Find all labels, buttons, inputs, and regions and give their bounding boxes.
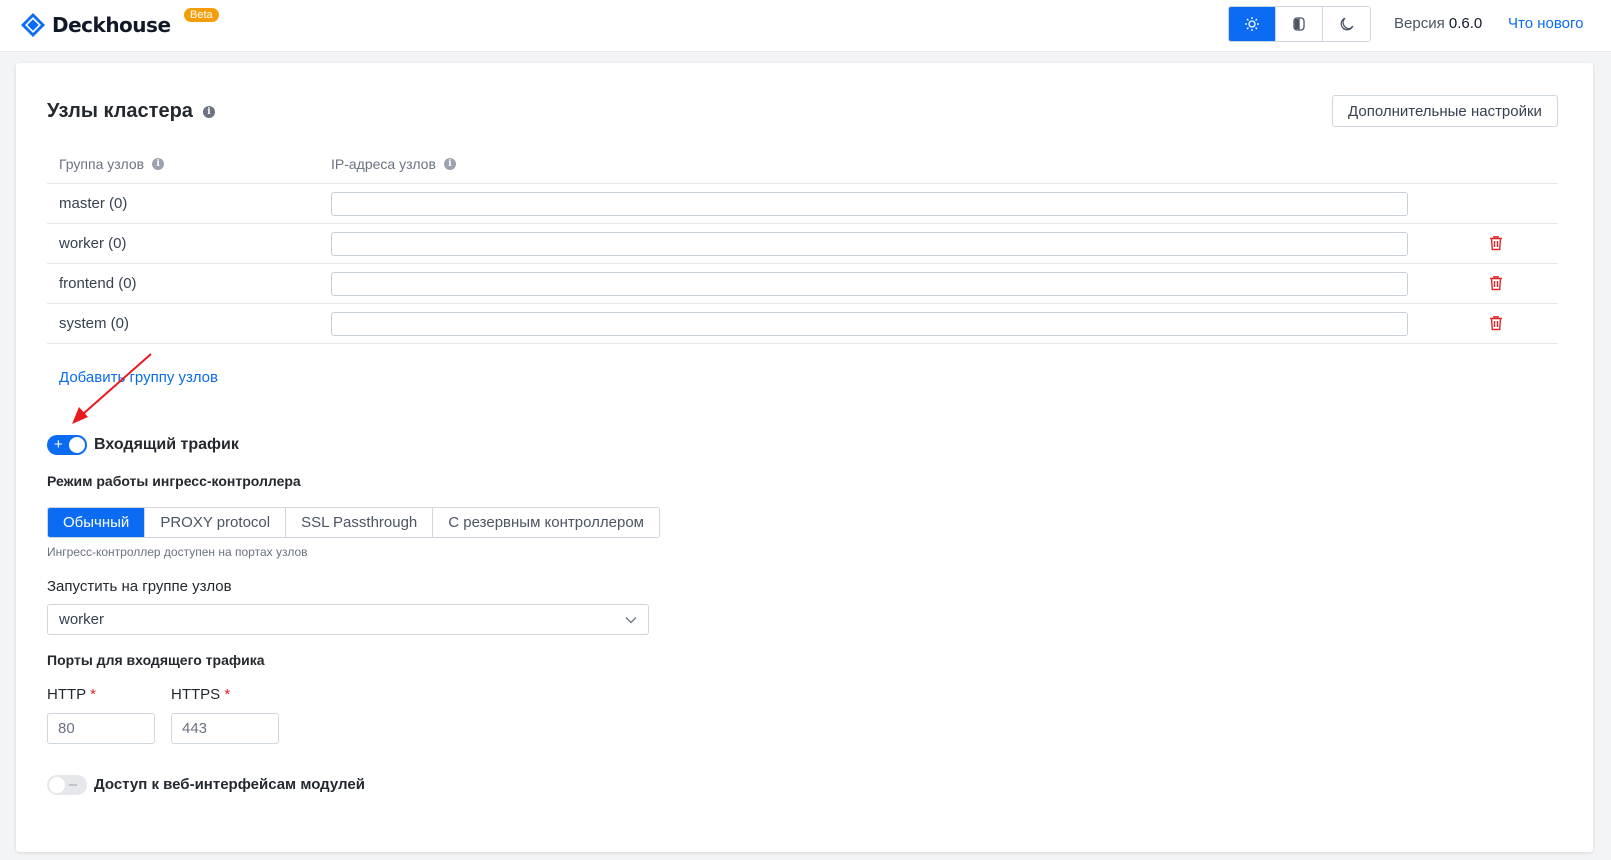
toggle-knob [69,437,85,453]
column-header-ips: IP-адреса узлов i [331,156,456,172]
top-bar: Deckhouse Beta Версия 0.6.0 Что нового [0,0,1611,52]
info-icon[interactable]: i [202,105,215,118]
node-group-name: frontend (0) [59,275,137,292]
column-header-group: Группа узлов i [59,156,165,172]
sun-icon [1245,17,1259,31]
info-icon[interactable]: i [443,158,456,170]
whats-new-link[interactable]: Что нового [1508,15,1583,32]
https-port-label: HTTPS * [171,686,230,703]
advanced-settings-button[interactable]: Дополнительные настройки [1332,95,1558,127]
http-port-label: HTTP * [47,686,96,703]
cluster-settings-card: Узлы кластера i Дополнительные настройки… [16,63,1593,852]
page-title: Узлы кластера [47,100,193,122]
ingress-mode-selector: Обычный PROXY protocol SSL Passthrough С… [47,507,660,538]
add-node-group-link[interactable]: Добавить группу узлов [59,369,218,386]
node-group-name: system (0) [59,315,130,332]
node-group-select-value: worker [59,611,105,628]
table-divider [47,183,1558,184]
table-divider [47,263,1558,264]
ingress-toggle[interactable]: + [47,435,87,455]
required-mark: * [224,686,231,703]
moon-icon [1340,17,1353,31]
mode-proxy-protocol-button[interactable]: PROXY protocol [145,508,287,537]
web-access-toggle-label: Доступ к веб-интерфейсам модулей [94,776,365,793]
node-ips-input[interactable] [331,232,1408,256]
https-label-text: HTTPS [171,686,221,703]
table-divider [47,303,1558,304]
info-icon[interactable]: i [152,158,165,170]
plus-icon: + [54,436,63,453]
trash-icon[interactable] [1489,315,1503,331]
node-group-select-label: Запустить на группе узлов [47,578,232,595]
https-port-input[interactable] [171,713,279,744]
toggle-knob [49,777,65,793]
trash-icon[interactable] [1489,275,1503,291]
column-header-group-label: Группа узлов [59,156,145,172]
trash-icon[interactable] [1489,235,1503,251]
version-value: 0.6.0 [1448,15,1483,32]
auto-theme-button[interactable] [1276,7,1323,41]
dark-theme-button[interactable] [1323,7,1370,41]
http-port-input[interactable] [47,713,155,744]
table-divider [47,343,1558,344]
version-label: Версия [1394,15,1445,32]
minus-icon [69,784,77,786]
deckhouse-logo-icon [20,12,46,38]
section-title: Узлы кластера i [47,100,215,123]
node-group-name: worker (0) [59,235,127,252]
http-label-text: HTTP [47,686,86,703]
node-group-select[interactable]: worker [47,604,649,635]
required-mark: * [90,686,96,703]
node-group-name: master (0) [59,195,128,212]
version-info: Версия 0.6.0 [1394,15,1482,32]
ingress-mode-hint: Ингресс-контроллер доступен на портах уз… [47,545,308,559]
logo[interactable]: Deckhouse Beta [20,8,219,40]
node-ips-input[interactable] [331,192,1408,216]
auto-theme-icon [1293,17,1305,31]
beta-badge: Beta [184,8,219,22]
column-header-ips-label: IP-адреса узлов [331,156,436,172]
ingress-mode-label: Режим работы ингресс-контроллера [47,473,301,489]
light-theme-button[interactable] [1229,7,1276,41]
ingress-toggle-label: Входящий трафик [94,436,239,453]
ports-section-label: Порты для входящего трафика [47,652,265,668]
logo-text: Deckhouse [52,13,171,37]
mode-ssl-passthrough-button[interactable]: SSL Passthrough [286,508,434,537]
mode-normal-button[interactable]: Обычный [48,508,146,537]
chevron-down-icon [625,616,637,623]
mode-failover-button[interactable]: С резервным контроллером [433,508,659,537]
table-divider [47,223,1558,224]
web-access-toggle[interactable] [47,775,87,795]
node-ips-input[interactable] [331,272,1408,296]
theme-switcher [1228,6,1371,42]
node-ips-input[interactable] [331,312,1408,336]
